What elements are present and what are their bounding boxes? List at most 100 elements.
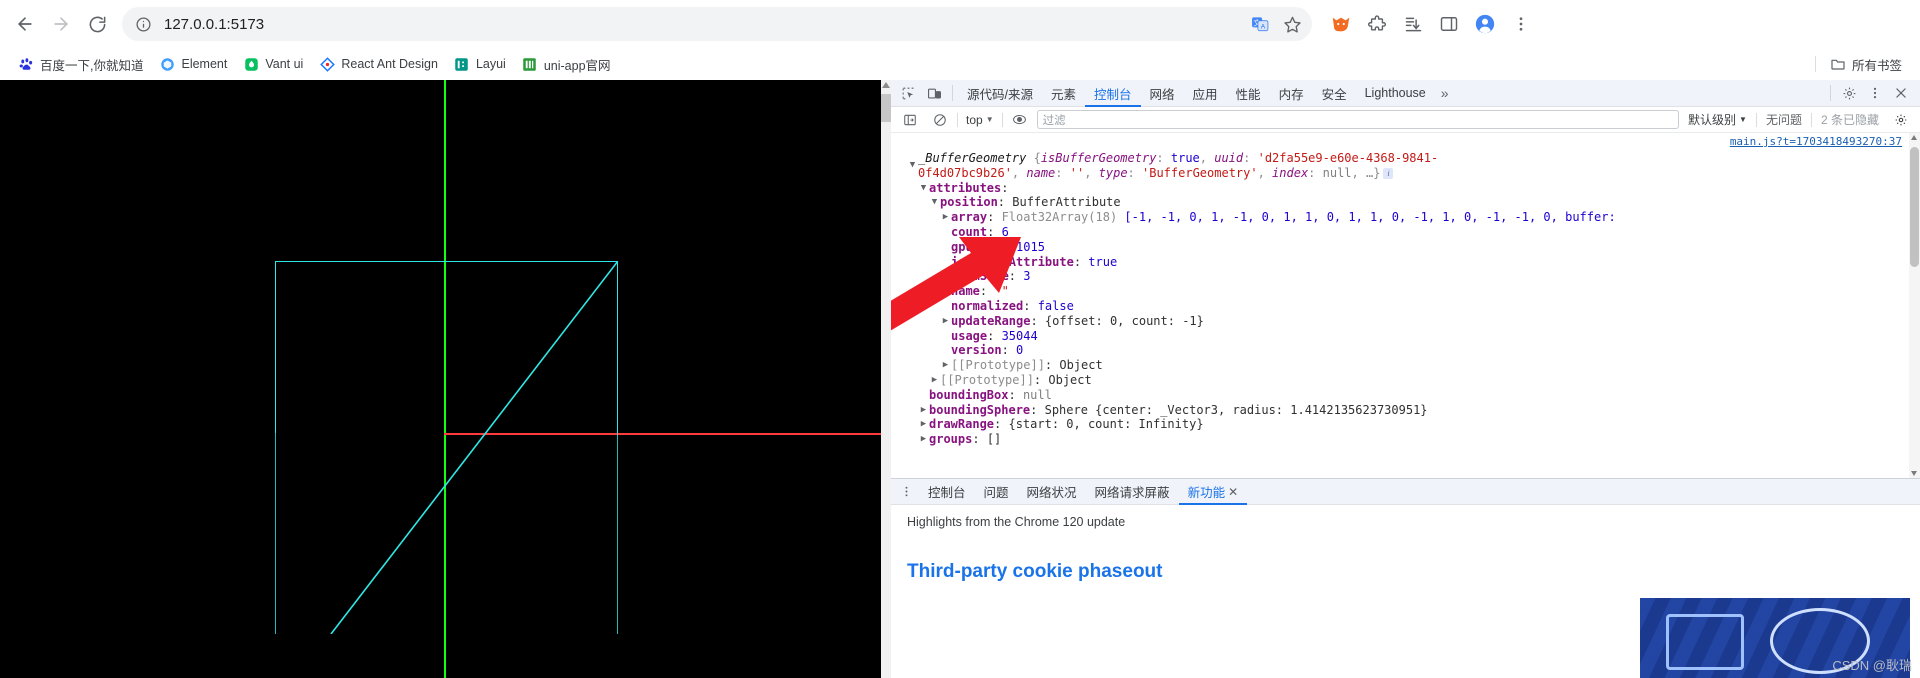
- console-source-link[interactable]: main.js?t=1703418493270:37: [1730, 135, 1902, 148]
- execution-context-value: top: [966, 112, 983, 127]
- tab-application[interactable]: 应用: [1184, 80, 1227, 107]
- scroll-up-arrow-icon[interactable]: [882, 82, 890, 88]
- page-scrollbar[interactable]: [881, 80, 891, 678]
- expand-toggle-icon[interactable]: [918, 181, 929, 196]
- tab-lighthouse[interactable]: Lighthouse: [1356, 80, 1435, 107]
- log-row-updateRange[interactable]: updateRange: {offset: 0, count: -1}: [907, 314, 1920, 329]
- close-icon[interactable]: ✕: [1228, 485, 1238, 499]
- expand-toggle-icon[interactable]: [929, 373, 940, 388]
- bookmark-item[interactable]: Element: [151, 53, 235, 75]
- bookmark-item[interactable]: Vant ui: [235, 53, 311, 75]
- drawer-tab-whats-new[interactable]: 新功能 ✕: [1179, 479, 1248, 505]
- log-object-header[interactable]: _BufferGeometry {isBufferGeometry: true,…: [907, 151, 1920, 181]
- bookmark-item[interactable]: uni-app官网: [514, 52, 619, 77]
- forward-icon[interactable]: [44, 7, 78, 41]
- console-output[interactable]: main.js?t=1703418493270:37 _BufferGeomet…: [891, 133, 1920, 478]
- back-icon[interactable]: [8, 7, 42, 41]
- tab-elements[interactable]: 元素: [1042, 80, 1085, 107]
- val-name: '': [1069, 165, 1085, 180]
- log-row-prototype[interactable]: [[Prototype]]: Object: [907, 373, 1920, 388]
- fox-extension-icon[interactable]: [1324, 7, 1358, 41]
- val-count: 6: [1001, 224, 1009, 239]
- expand-toggle-icon[interactable]: [907, 158, 918, 173]
- execution-context-select[interactable]: top ▼: [962, 113, 998, 127]
- inspect-element-icon[interactable]: [895, 81, 921, 105]
- bookmark-item[interactable]: Layui: [446, 53, 514, 75]
- log-row-attributes[interactable]: attributes:: [907, 181, 1920, 196]
- log-row-groups[interactable]: groups: []: [907, 432, 1920, 447]
- settings-gear-icon[interactable]: [1836, 81, 1862, 105]
- drawer-tab-network-conditions[interactable]: 网络状况: [1018, 479, 1086, 505]
- expand-toggle-icon[interactable]: [918, 403, 929, 418]
- bookmark-label: Vant ui: [265, 57, 304, 71]
- info-badge-icon[interactable]: i: [1383, 167, 1394, 179]
- expand-toggle-icon[interactable]: [918, 417, 929, 432]
- bookmark-item[interactable]: React Ant Design: [311, 53, 446, 75]
- clear-console-icon[interactable]: [927, 108, 953, 132]
- tab-security[interactable]: 安全: [1313, 80, 1356, 107]
- tab-network[interactable]: 网络: [1141, 80, 1184, 107]
- val-type: 'BufferGeometry': [1142, 165, 1258, 180]
- issues-status[interactable]: 无问题: [1761, 111, 1807, 128]
- profile-icon[interactable]: [1468, 7, 1502, 41]
- tab-performance[interactable]: 性能: [1227, 80, 1270, 107]
- prop-uuid: uuid: [1214, 151, 1244, 165]
- expand-toggle-icon[interactable]: [929, 195, 940, 210]
- address-bar[interactable]: 127.0.0.1:5173 文A: [122, 7, 1312, 41]
- tabbar-divider: [952, 85, 953, 101]
- tab-console[interactable]: 控制台: [1085, 80, 1141, 107]
- expand-toggle-icon[interactable]: [940, 358, 951, 373]
- val-prototype: Object: [1048, 372, 1092, 387]
- bookmarks-bar: 百度一下,你就知道 Element Vant ui React Ant Desi…: [0, 48, 1920, 80]
- scroll-up-arrow-icon[interactable]: [1911, 135, 1917, 140]
- console-sidebar-icon[interactable]: [897, 108, 923, 132]
- bookmark-item[interactable]: 百度一下,你就知道: [10, 52, 151, 77]
- log-row-array[interactable]: array: Float32Array(18) [-1, -1, 0, 1, -…: [907, 210, 1920, 225]
- expand-toggle-icon[interactable]: [940, 314, 951, 329]
- layui-icon: [454, 56, 470, 72]
- reload-icon[interactable]: [80, 7, 114, 41]
- key-updateRange: updateRange: [951, 313, 1031, 328]
- tab-sources[interactable]: 源代码/来源: [958, 80, 1042, 107]
- log-row-boundingSphere[interactable]: boundingSphere: Sphere {center: _Vector3…: [907, 403, 1920, 418]
- side-panel-icon[interactable]: [1432, 7, 1466, 41]
- scroll-down-arrow-icon[interactable]: [1911, 471, 1917, 476]
- browser-chrome: 127.0.0.1:5173 文A 百度一下,你就知道 Element Vant…: [0, 0, 1920, 80]
- page-viewport[interactable]: [0, 80, 890, 678]
- console-scrollbar-thumb[interactable]: [1910, 147, 1919, 267]
- expand-toggle-icon[interactable]: [940, 210, 951, 225]
- tab-memory[interactable]: 内存: [1270, 80, 1313, 107]
- device-toolbar-icon[interactable]: [921, 81, 947, 105]
- more-tabs-icon[interactable]: »: [1435, 80, 1455, 107]
- downloads-icon[interactable]: [1396, 7, 1430, 41]
- close-icon[interactable]: [1888, 81, 1914, 105]
- translate-icon[interactable]: 文A: [1246, 10, 1274, 38]
- val-isBufferAttribute: true: [1088, 254, 1118, 269]
- all-bookmarks-button[interactable]: 所有书签: [1822, 52, 1910, 77]
- scrollbar-thumb[interactable]: [881, 94, 891, 122]
- live-expression-icon[interactable]: [1007, 108, 1033, 132]
- log-level-select[interactable]: 默认级别 ▼: [1683, 111, 1752, 128]
- expand-toggle-icon[interactable]: [918, 432, 929, 447]
- console-filter-input[interactable]: 过滤: [1036, 110, 1680, 129]
- address-bar-url[interactable]: 127.0.0.1:5173: [164, 16, 1246, 33]
- val-itemSize: 3: [1023, 269, 1031, 284]
- log-row-position[interactable]: position: BufferAttribute: [907, 195, 1920, 210]
- console-scrollbar[interactable]: [1909, 133, 1920, 478]
- extensions-icon[interactable]: [1360, 7, 1394, 41]
- console-settings-icon[interactable]: [1888, 108, 1914, 132]
- menu-icon[interactable]: [1504, 7, 1538, 41]
- drawer-tab-issues[interactable]: 问题: [975, 479, 1018, 505]
- more-vertical-icon[interactable]: [1862, 81, 1888, 105]
- drawer-tab-request-blocking[interactable]: 网络请求屏蔽: [1086, 479, 1179, 505]
- info-circle-icon[interactable]: [132, 13, 154, 35]
- whats-new-headline[interactable]: Third-party cookie phaseout: [907, 561, 1904, 583]
- drawer-tab-console[interactable]: 控制台: [919, 479, 975, 505]
- watermark: CSDN @耿瑞: [1832, 658, 1912, 673]
- key-isBufferAttribute: isBufferAttribute: [951, 254, 1074, 269]
- star-icon[interactable]: [1278, 10, 1306, 38]
- log-row-prototype[interactable]: [[Prototype]]: Object: [907, 358, 1920, 373]
- key-boundingBox: boundingBox: [929, 387, 1009, 402]
- log-row-drawRange[interactable]: drawRange: {start: 0, count: Infinity}: [907, 417, 1920, 432]
- drawer-menu-icon[interactable]: [893, 480, 919, 504]
